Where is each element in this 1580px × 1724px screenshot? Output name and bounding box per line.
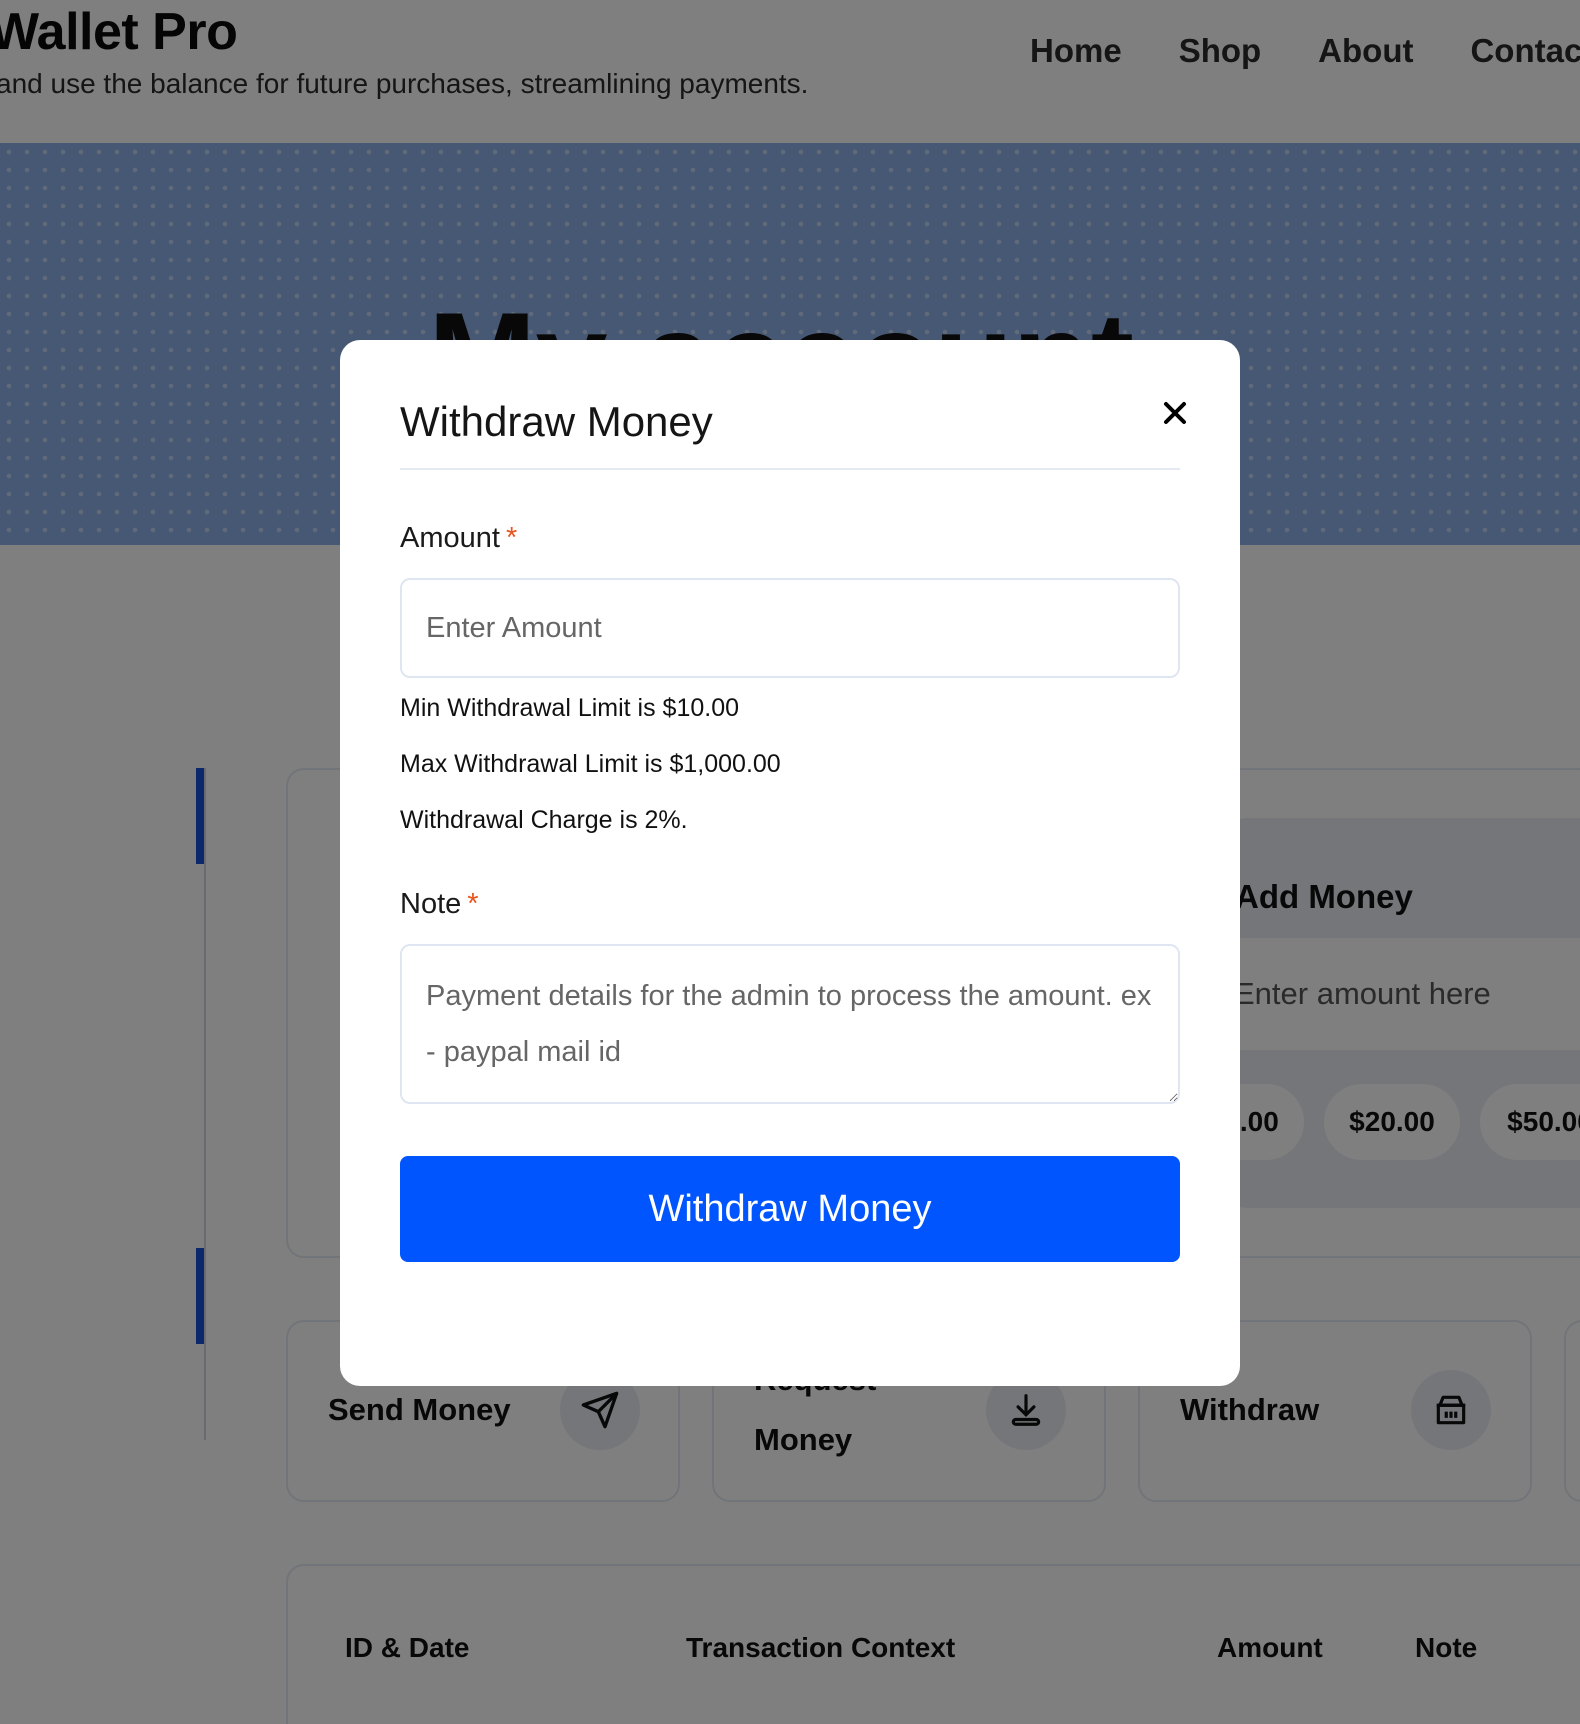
amount-label: Amount * [400, 522, 517, 555]
charge-text: Withdrawal Charge is 2%. [400, 806, 688, 834]
amount-label-text: Amount [400, 522, 500, 554]
withdraw-money-button[interactable]: Withdraw Money [400, 1156, 1180, 1262]
min-limit-text: Min Withdrawal Limit is $10.00 [400, 694, 740, 722]
note-label: Note * [400, 888, 479, 921]
required-mark: * [467, 888, 479, 920]
close-icon [1164, 402, 1186, 424]
close-button[interactable] [1152, 390, 1198, 436]
max-limit-text: Max Withdrawal Limit is $1,000.00 [400, 750, 781, 778]
note-label-text: Note [400, 888, 462, 920]
note-textarea[interactable] [400, 944, 1180, 1104]
withdraw-modal: Withdraw Money Amount* Min Withdrawal Li… [340, 340, 1240, 1386]
modal-title: Withdraw Money [400, 398, 713, 445]
modal-divider [400, 468, 1180, 470]
amount-input[interactable] [400, 578, 1180, 678]
required-mark: * [505, 522, 518, 554]
page: Wallet Pro and use the balance for futur… [0, 0, 1580, 1724]
